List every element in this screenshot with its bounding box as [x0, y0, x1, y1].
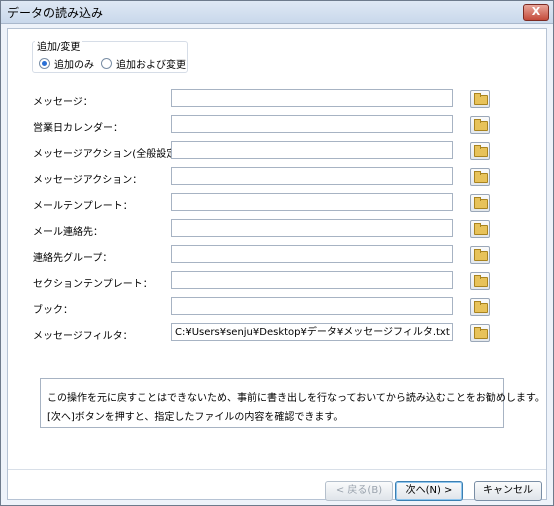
- row-section-template: セクションテンプレート：: [8, 271, 546, 293]
- back-button[interactable]: < 戻る(B): [325, 481, 393, 501]
- message-action-file-field[interactable]: [171, 167, 453, 185]
- section-template-file-field[interactable]: [171, 271, 453, 289]
- browse-button[interactable]: [470, 90, 490, 108]
- folder-icon: [474, 197, 488, 209]
- row-label: メッセージ：: [33, 97, 93, 108]
- browse-button[interactable]: [470, 194, 490, 212]
- mode-group-legend: 追加/変更: [35, 38, 83, 53]
- browse-button[interactable]: [470, 324, 490, 342]
- row-label: メッセージフィルタ：: [33, 331, 133, 342]
- row-message: メッセージ：: [8, 89, 546, 111]
- message-filter-file-field[interactable]: C:¥Users¥senju¥Desktop¥データ¥メッセージフィルタ.txt: [171, 323, 453, 341]
- window-title: データの読み込み: [7, 6, 104, 20]
- row-label: メールテンプレート：: [33, 201, 133, 212]
- browse-button[interactable]: [470, 246, 490, 264]
- row-book: ブック：: [8, 297, 546, 319]
- row-label: メッセージアクション：: [33, 175, 143, 186]
- row-business-calendar: 営業日カレンダー：: [8, 115, 546, 137]
- folder-icon: [474, 119, 488, 131]
- row-label: メール連絡先：: [33, 227, 103, 238]
- dialog-body: 追加/変更 追加のみ 追加および変更 メッセージ： 営業日カレンダー： メッセー…: [7, 28, 547, 501]
- browse-button[interactable]: [470, 298, 490, 316]
- row-label: 営業日カレンダー：: [33, 123, 123, 134]
- browse-button[interactable]: [470, 168, 490, 186]
- mail-template-file-field[interactable]: [171, 193, 453, 211]
- browse-button[interactable]: [470, 142, 490, 160]
- browse-button[interactable]: [470, 116, 490, 134]
- row-mail-template: メールテンプレート：: [8, 193, 546, 215]
- mail-contact-file-field[interactable]: [171, 219, 453, 237]
- row-mail-contact: メール連絡先：: [8, 219, 546, 241]
- cancel-button[interactable]: キャンセル: [474, 481, 542, 501]
- folder-icon: [474, 93, 488, 105]
- radio-add-and-update-dot[interactable]: [101, 58, 112, 69]
- folder-icon: [474, 327, 488, 339]
- radio-add-only-label: 追加のみ: [54, 60, 94, 71]
- radio-add-and-update-label: 追加および変更: [116, 60, 186, 71]
- radio-add-only[interactable]: 追加のみ: [39, 56, 94, 71]
- book-file-field[interactable]: [171, 297, 453, 315]
- next-button[interactable]: 次へ(N) >: [395, 481, 463, 501]
- folder-icon: [474, 171, 488, 183]
- folder-icon: [474, 301, 488, 313]
- note-line-1: この操作を元に戻すことはできないため、事前に書き出しを行なっておいてから読み込む…: [47, 393, 545, 404]
- mode-group: 追加/変更 追加のみ 追加および変更: [32, 38, 188, 73]
- row-label: セクションテンプレート：: [33, 279, 153, 290]
- folder-icon: [474, 145, 488, 157]
- row-message-action-general: メッセージアクション(全般設定)：: [8, 141, 546, 163]
- warning-note: この操作を元に戻すことはできないため、事前に書き出しを行なっておいてから読み込む…: [40, 378, 545, 428]
- close-icon: X: [531, 5, 541, 18]
- title-bar: データの読み込み X: [1, 1, 553, 24]
- radio-add-and-update[interactable]: 追加および変更: [101, 56, 186, 71]
- folder-icon: [474, 275, 488, 287]
- row-message-filter: メッセージフィルタ： C:¥Users¥senju¥Desktop¥データ¥メッ…: [8, 323, 546, 345]
- message-file-field[interactable]: [171, 89, 453, 107]
- business-calendar-file-field[interactable]: [171, 115, 453, 133]
- row-message-action: メッセージアクション：: [8, 167, 546, 189]
- row-label: ブック：: [33, 305, 73, 316]
- message-action-general-file-field[interactable]: [171, 141, 453, 159]
- browse-button[interactable]: [470, 220, 490, 238]
- dialog-window: データの読み込み X 追加/変更 追加のみ 追加および変更 メッセージ： 営業日…: [0, 0, 554, 506]
- close-button[interactable]: X: [523, 4, 549, 21]
- row-contact-group: 連絡先グループ：: [8, 245, 546, 267]
- row-label: 連絡先グループ：: [33, 253, 113, 264]
- contact-group-file-field[interactable]: [171, 245, 453, 263]
- row-label: メッセージアクション(全般設定)：: [33, 149, 191, 160]
- footer-divider: [8, 469, 546, 470]
- folder-icon: [474, 223, 488, 235]
- folder-icon: [474, 249, 488, 261]
- radio-add-only-dot[interactable]: [39, 58, 50, 69]
- browse-button[interactable]: [470, 272, 490, 290]
- note-line-2: [次へ]ボタンを押すと、指定したファイルの内容を確認できます。: [47, 412, 344, 423]
